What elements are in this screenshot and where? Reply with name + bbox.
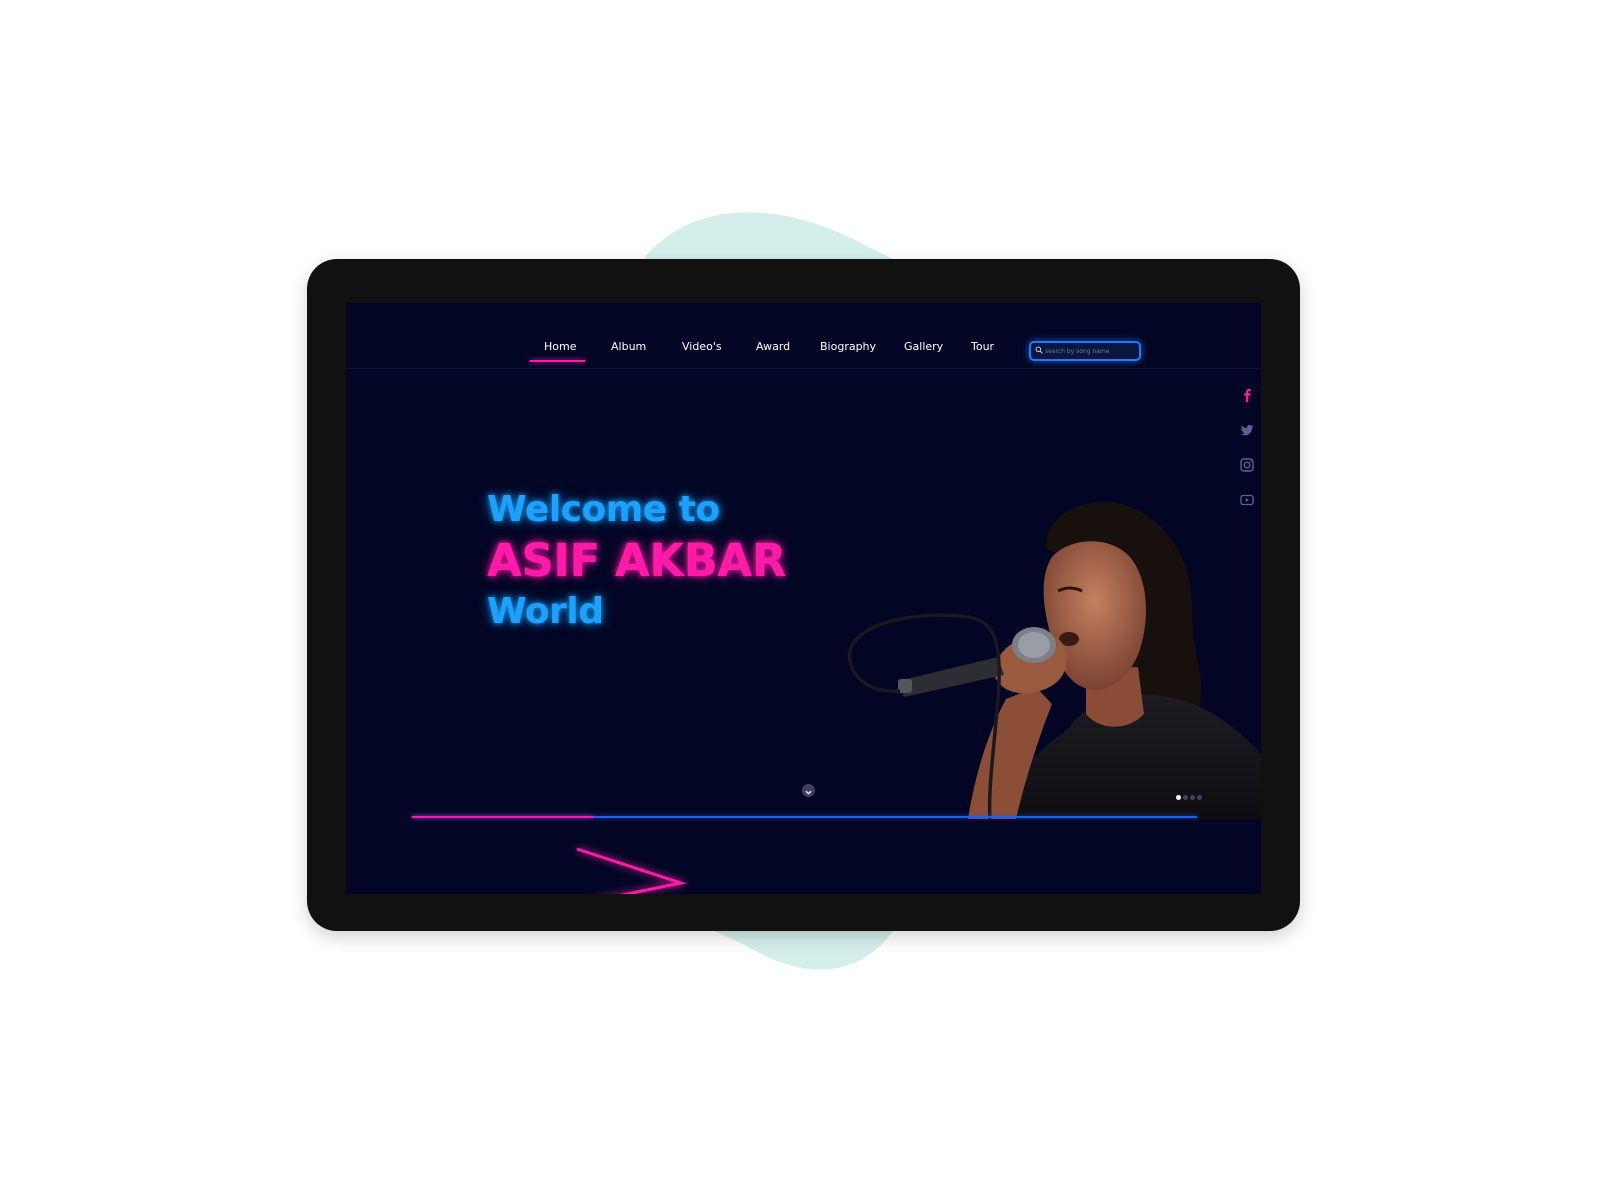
tablet-frame: Home Album Video's Award Biography Galle… — [307, 259, 1300, 931]
nav-album[interactable]: Album — [611, 340, 646, 353]
nav-tour[interactable]: Tour — [971, 340, 994, 353]
nav-home[interactable]: Home — [544, 340, 576, 353]
search-input[interactable] — [1045, 343, 1133, 359]
facebook-icon[interactable] — [1239, 387, 1255, 403]
singer-photo — [847, 502, 1261, 819]
twitter-icon[interactable] — [1239, 422, 1255, 438]
search-icon — [1035, 346, 1043, 354]
website-screen: Home Album Video's Award Biography Galle… — [346, 303, 1261, 894]
slider-dot[interactable] — [1183, 795, 1188, 800]
slider-dots — [1176, 785, 1204, 804]
hero-world-text: World — [487, 591, 604, 632]
slider-dot[interactable] — [1176, 795, 1181, 800]
nav-biography[interactable]: Biography — [820, 340, 876, 353]
top-navigation: Home Album Video's Award Biography Galle… — [346, 303, 1261, 369]
search-box[interactable] — [1029, 341, 1141, 361]
hero-artist-name: ASIF AKBAR — [487, 534, 786, 587]
scroll-down-button[interactable] — [802, 784, 815, 797]
slider-dot[interactable] — [1197, 795, 1202, 800]
slide-progress-fill — [412, 816, 593, 818]
hero-heading: Welcome to ASIF AKBAR World — [487, 489, 786, 632]
neon-triangle-decoration — [576, 847, 687, 894]
nav-gallery[interactable]: Gallery — [904, 340, 943, 353]
instagram-icon[interactable] — [1239, 457, 1255, 473]
slide-progress-bar — [412, 816, 1197, 818]
active-nav-indicator — [530, 360, 585, 362]
slider-dot[interactable] — [1190, 795, 1195, 800]
chevron-down-icon — [805, 790, 812, 795]
nav-award[interactable]: Award — [756, 340, 790, 353]
nav-videos[interactable]: Video's — [682, 340, 722, 353]
hero-welcome-text: Welcome to — [487, 489, 720, 530]
